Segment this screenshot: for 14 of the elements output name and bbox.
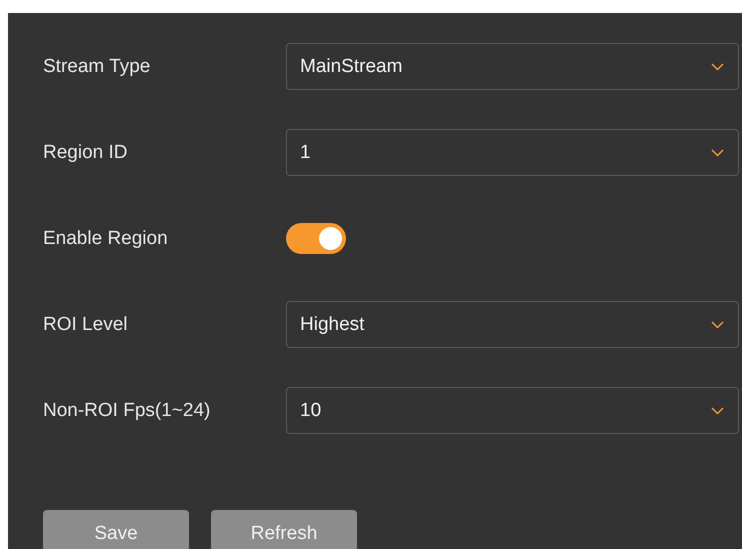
dropdown[interactable]: 10 bbox=[286, 387, 739, 434]
caret-icon bbox=[711, 320, 724, 328]
field-label: Region ID bbox=[43, 142, 128, 164]
dropdown[interactable]: Highest bbox=[286, 301, 739, 348]
caret-icon bbox=[711, 148, 724, 156]
dropdown[interactable]: MainStream bbox=[286, 43, 739, 90]
caret-icon bbox=[711, 406, 724, 414]
field-label: Enable Region bbox=[43, 228, 169, 250]
field-label: Non-ROI Fps(1~24) bbox=[43, 400, 212, 422]
dropdown[interactable]: 1 bbox=[286, 129, 739, 176]
toggle-switch[interactable] bbox=[286, 223, 346, 254]
field-label: ROI Level bbox=[43, 314, 128, 336]
field-label: Stream Type bbox=[43, 56, 152, 78]
caret-icon bbox=[711, 62, 724, 70]
